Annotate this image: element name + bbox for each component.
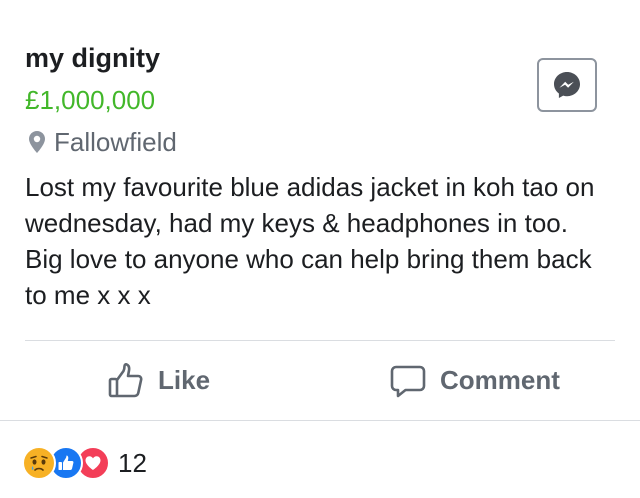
comment-bubble-icon [388, 361, 428, 401]
listing-title: my dignity [25, 43, 161, 73]
reaction-count: 12 [118, 448, 147, 478]
reactions-summary[interactable]: 12 [22, 446, 147, 480]
location-pin-icon [26, 129, 48, 155]
marketplace-listing: my dignity £1,000,000 Fallowfield Lost m… [0, 0, 640, 421]
listing-price: £1,000,000 [25, 85, 156, 115]
action-bar: Like Comment [0, 341, 640, 420]
like-label: Like [158, 365, 211, 395]
listing-description: Lost my favourite blue adidas jacket in … [25, 172, 595, 310]
divider [0, 420, 640, 421]
listing-location: Fallowfield [26, 126, 177, 158]
comment-label: Comment [440, 365, 560, 395]
thumbs-up-icon [106, 361, 146, 401]
message-seller-button[interactable] [537, 58, 597, 112]
sad-icon [22, 446, 56, 480]
like-button[interactable]: Like [106, 341, 210, 420]
location-text: Fallowfield [54, 127, 177, 157]
comment-button[interactable]: Comment [388, 341, 560, 420]
messenger-icon [551, 69, 583, 101]
